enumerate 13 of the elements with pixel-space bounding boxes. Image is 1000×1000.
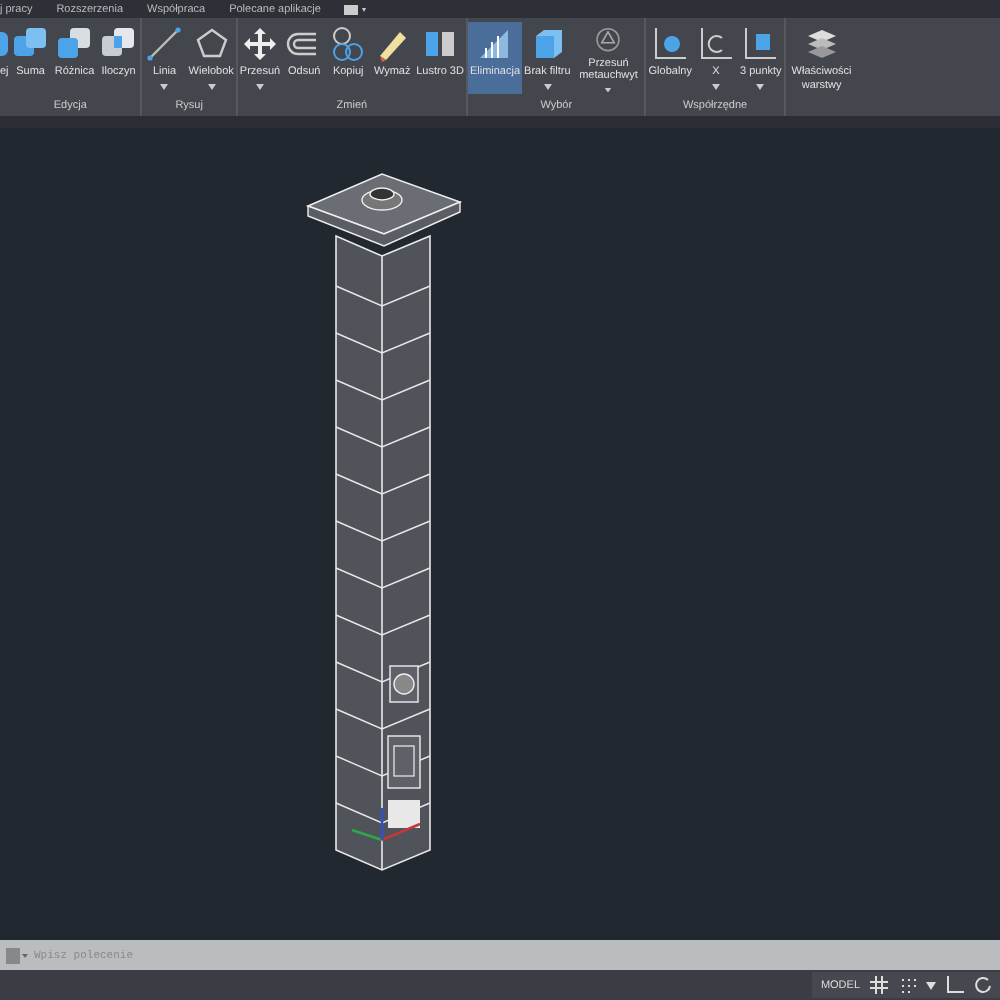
move-icon — [240, 24, 280, 64]
axis-arc-icon — [695, 24, 736, 64]
circles-icon — [328, 24, 369, 64]
axis-square-icon — [740, 24, 781, 64]
command-icon[interactable] — [6, 947, 30, 963]
grid-icon[interactable] — [870, 976, 888, 994]
caret-icon[interactable] — [926, 981, 936, 989]
polar-icon[interactable] — [974, 976, 992, 994]
snap-icon[interactable] — [898, 976, 916, 994]
subtract-icon — [54, 24, 95, 64]
line-icon — [144, 24, 185, 64]
ortho-icon[interactable] — [946, 976, 964, 994]
globe-axis-icon — [650, 24, 691, 64]
